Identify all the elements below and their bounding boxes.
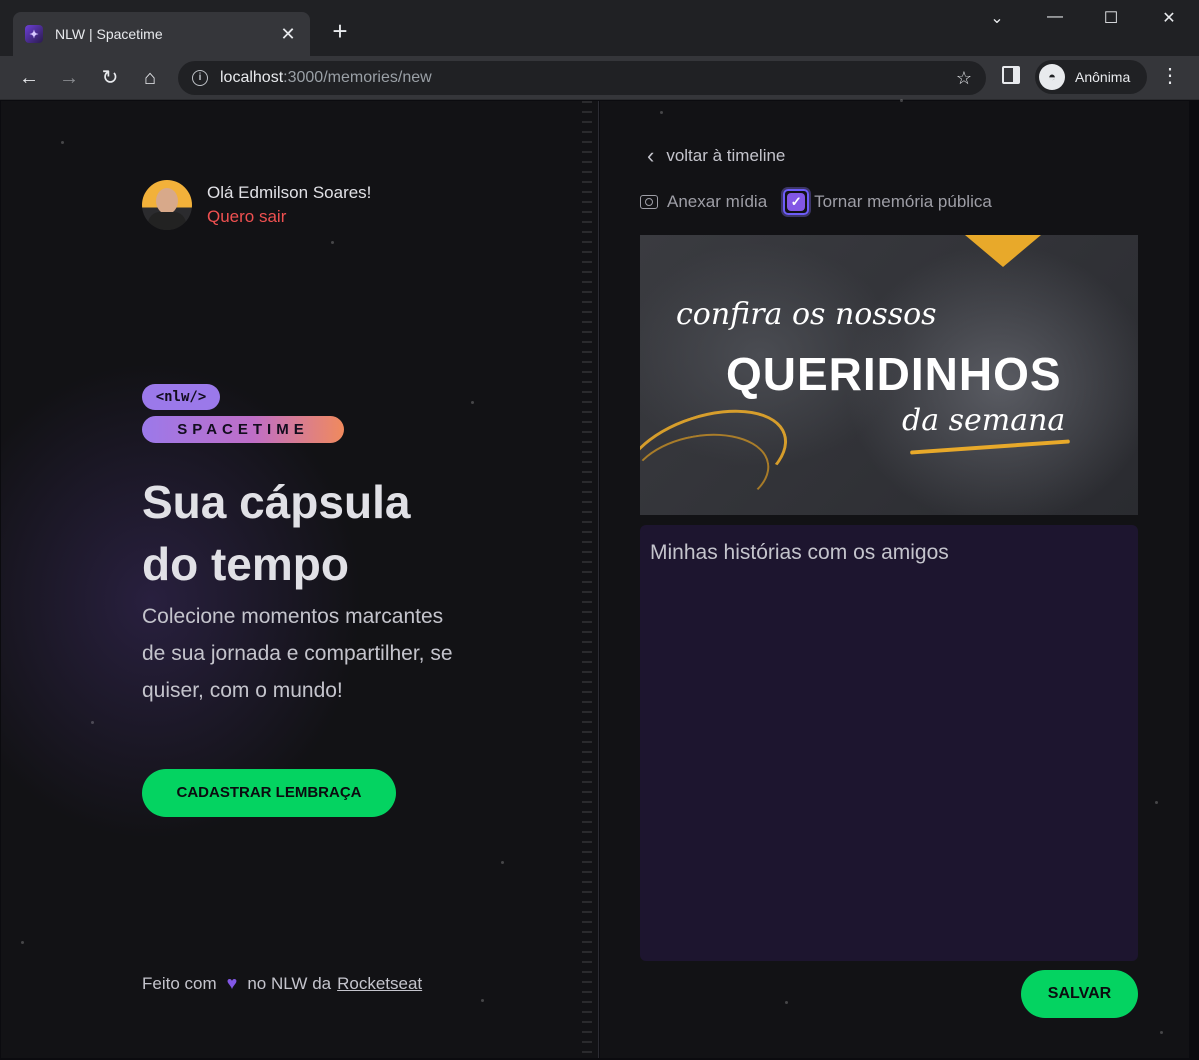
star-decoration <box>481 999 484 1002</box>
star-decoration <box>660 111 663 114</box>
back-label: voltar à timeline <box>666 146 786 165</box>
form-options: Anexar mídia ✓ Tornar memória pública <box>640 189 992 215</box>
star-decoration <box>501 861 504 864</box>
save-button[interactable]: SALVAR <box>1021 970 1138 1018</box>
side-panel-icon[interactable] <box>1002 66 1020 84</box>
back-arrow-icon[interactable]: ← <box>15 64 43 92</box>
minimize-icon[interactable]: — <box>1040 8 1070 26</box>
public-memory-checkbox[interactable]: ✓ <box>783 189 810 215</box>
stripes-decoration <box>582 101 592 1058</box>
maximize-icon[interactable]: ☐ <box>1096 8 1126 28</box>
star-decoration <box>21 941 24 944</box>
create-memory-button[interactable]: CADASTRAR LEMBRAÇA <box>142 769 396 817</box>
new-tab-icon[interactable]: + <box>326 18 354 44</box>
attach-media-label[interactable]: Anexar mídia <box>667 192 767 212</box>
left-pane: Olá Edmilson Soares! Quero sair <nlw/> S… <box>1 101 599 1058</box>
tab-search-chevron-icon[interactable]: ⌄ <box>982 8 1012 28</box>
url-host: localhost <box>220 69 284 86</box>
star-decoration <box>900 99 903 102</box>
public-memory-label[interactable]: Tornar memória pública <box>814 192 992 212</box>
url-path: :3000/memories/new <box>283 69 432 86</box>
nlw-logo: <nlw/> <box>142 384 220 410</box>
hero-headline: Sua cápsula do tempo <box>142 476 411 590</box>
tab-favicon-icon: ✦ <box>25 25 43 43</box>
logout-link[interactable]: Quero sair <box>207 205 371 229</box>
heart-icon: ♥ <box>226 973 238 993</box>
media-preview: confira os nossos QUERIDINHOS da semana <box>640 235 1138 515</box>
profile-label: Anônima <box>1075 69 1131 85</box>
right-pane: ‹ voltar à timeline Anexar mídia ✓ Torna… <box>600 99 1189 1058</box>
avatar <box>142 180 192 230</box>
hero-subtitle: Colecione momentos marcantes de sua jorn… <box>142 605 453 702</box>
star-decoration <box>91 721 94 724</box>
user-greeting: Olá Edmilson Soares! <box>207 183 372 202</box>
bookmark-star-icon[interactable]: ☆ <box>956 68 972 89</box>
profile-button[interactable]: ◓ Anônima <box>1035 60 1147 94</box>
banner-text-line2: QUERIDINHOS <box>726 348 1062 400</box>
footer-middle: no NLW da <box>247 973 332 993</box>
close-tab-icon[interactable]: ✕ <box>278 24 298 45</box>
forward-arrow-icon[interactable]: → <box>55 64 83 92</box>
star-decoration <box>1155 801 1158 804</box>
star-decoration <box>1160 1031 1163 1034</box>
star-decoration <box>61 141 64 144</box>
incognito-icon: ◓ <box>1039 64 1065 90</box>
reload-icon[interactable]: ↻ <box>96 64 124 92</box>
banner-text-line3: da semana <box>902 403 1066 438</box>
spacetime-logo: SPACETIME <box>142 416 344 443</box>
star-decoration <box>331 241 334 244</box>
footer-prefix: Feito com <box>142 973 217 993</box>
rocketseat-link[interactable]: Rocketseat <box>337 974 422 994</box>
address-bar[interactable]: i localhost :3000/memories/new ☆ <box>178 61 986 95</box>
browser-tabbar: ✦ NLW | Spacetime ✕ + ⌄ — ☐ ✕ <box>0 0 1199 56</box>
banner-text-line1: confira os nossos <box>676 297 937 332</box>
star-decoration <box>471 401 474 404</box>
site-info-icon[interactable]: i <box>192 70 208 86</box>
user-profile: Olá Edmilson Soares! Quero sair <box>142 180 371 230</box>
camera-icon[interactable] <box>640 195 658 209</box>
back-to-timeline-link[interactable]: ‹ voltar à timeline <box>647 143 785 169</box>
chevron-left-icon: ‹ <box>647 143 655 168</box>
home-icon[interactable]: ⌂ <box>136 64 164 92</box>
banner-underline-decoration <box>910 439 1070 455</box>
footer: Feito com ♥ no NLW da Rocketseat <box>142 973 422 994</box>
page: Olá Edmilson Soares! Quero sair <nlw/> S… <box>1 99 1189 1058</box>
close-window-icon[interactable]: ✕ <box>1154 8 1184 28</box>
browser-tab[interactable]: ✦ NLW | Spacetime ✕ <box>13 12 310 56</box>
star-decoration <box>785 1001 788 1004</box>
banner-triangle-decoration <box>965 235 1041 267</box>
tab-title: NLW | Spacetime <box>55 26 163 42</box>
check-icon: ✓ <box>787 193 806 211</box>
browser-menu-icon[interactable]: ⋮ <box>1160 64 1180 88</box>
memory-content-input[interactable]: Minhas histórias com os amigos <box>640 525 1138 961</box>
